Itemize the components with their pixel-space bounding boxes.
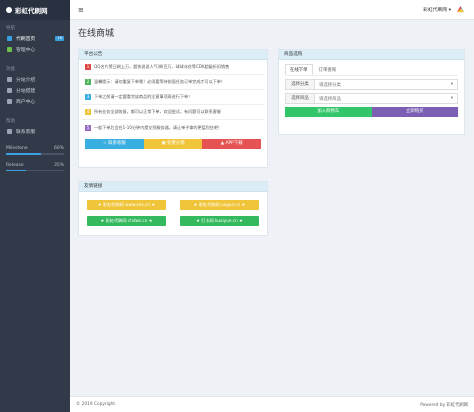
notice-text: 一般下单后会在1-10分钟内提交到服务器，请让单子拿的更猛烈些吧！ xyxy=(94,124,223,130)
notice-number: 3 xyxy=(85,94,91,100)
category-selected: 请选择分类 xyxy=(319,82,341,88)
progress-label: Release xyxy=(6,162,24,168)
notice-text: 所有业务全部恢复，都可以正常下单，欢迎尝试，有问题可以联系客服 xyxy=(94,109,221,114)
notice-panel: 平台公告 1 QQ名片赞日刷上万，超快说说人气/刷百万，球球冰花等CDK超级折扣… xyxy=(78,49,268,168)
sidebar-item-label: 管理中心 xyxy=(16,48,36,53)
sidebar-item-label: 商户中心 xyxy=(16,100,36,105)
free-distribution-button[interactable]: ▣ 免费分销 xyxy=(143,139,203,149)
notice-number: 1 xyxy=(85,64,91,70)
user-menu[interactable]: 彩虹代刷网 ▾ xyxy=(423,4,466,15)
notice-text: 温馨提示：请勿重复下单哦！必须要等待前面任务订单完成才可以下单！ xyxy=(94,79,225,84)
copyright: © 2019 Copyright. xyxy=(76,402,117,407)
friend-link[interactable]: ★ 彩虹代刷网 www.xxx.cn ★ xyxy=(87,200,166,210)
sidebar-item-home[interactable]: 代刷首页 18 xyxy=(0,33,70,44)
friend-link[interactable]: ★ 彩虹代刷网 chdws.cn ★ xyxy=(87,216,166,226)
category-value: 请选择分类 ▾ xyxy=(315,82,457,88)
category-label: 选择分类 xyxy=(286,80,315,89)
notice-item: 1 QQ名片赞日刷上万，超快说说人气/刷百万，球球冰花等CDK超级折扣销售 xyxy=(82,60,264,75)
topbar: ≡ 彩虹代刷网 ▾ xyxy=(70,0,474,20)
notice-title: 平台公告 xyxy=(79,50,267,60)
chevron-down-icon: ▾ xyxy=(450,81,453,87)
buy-now-button[interactable]: 立即购买 xyxy=(371,107,458,117)
build-icon xyxy=(7,88,12,93)
user-icon xyxy=(7,99,12,104)
release-bar xyxy=(6,169,64,171)
nav-section-label: 导航 xyxy=(6,26,15,31)
count-badge: 18 xyxy=(55,36,64,41)
release-row: Release 35% xyxy=(6,163,64,168)
sidebar-item-label: 联系客服 xyxy=(16,130,36,135)
list-icon xyxy=(7,77,12,82)
product-value: 请选择商品 ▾ xyxy=(315,96,457,102)
sidebar-item-contact[interactable]: 联系客服 xyxy=(0,126,70,137)
progress-value: 60% xyxy=(53,146,64,151)
progress-label: Milestone xyxy=(6,146,28,151)
feature-section-label: 功能 xyxy=(6,67,15,72)
tab-order-query[interactable]: 订单查询 xyxy=(313,65,343,75)
chat-icon xyxy=(7,129,12,134)
order-tabs: 在线下单 订单查询 xyxy=(285,64,458,76)
sidebar: 彩虹代刷网 导航 代刷首页 18 管理中心 功能 分站介绍 分站搭建 商户中心 … xyxy=(0,0,70,412)
friend-link[interactable]: ★ 打卡网 kuaiyun.cn ★ xyxy=(180,216,259,226)
progress-value: 35% xyxy=(53,162,64,168)
sidebar-item-admin[interactable]: 管理中心 xyxy=(0,44,70,55)
friend-links: ★ 彩虹代刷网 www.xxx.cn ★ ★ 彩虹代刷网 uxguo.cn ★ … xyxy=(79,192,267,234)
sidebar-item-substation-intro[interactable]: 分站介绍 xyxy=(0,74,70,85)
product-select[interactable]: 选择商品 请选择商品 ▾ xyxy=(285,93,458,104)
notice-item: 4 所有业务全部恢复，都可以正常下单，欢迎尝试，有问题可以联系客服 xyxy=(82,105,264,120)
milestone-bar xyxy=(6,153,64,155)
menu-icon[interactable]: ≡ xyxy=(78,6,84,14)
sidebar-item-merchant[interactable]: 商户中心 xyxy=(0,96,70,107)
sidebar-item-substation-build[interactable]: 分站搭建 xyxy=(0,85,70,96)
footer: © 2019 Copyright. Powered by 彩虹代刷网 xyxy=(70,396,474,412)
sidebar-item-label: 分站搭建 xyxy=(16,89,36,94)
category-select[interactable]: 选择分类 请选择分类 ▾ xyxy=(285,79,458,90)
help-section-label: 帮助 xyxy=(6,119,15,124)
notice-item: 2 温馨提示：请勿重复下单哦！必须要等待前面任务订单完成才可以下单！ xyxy=(82,75,264,90)
order-actions: 加入购物车 立即购买 xyxy=(285,107,458,117)
notice-text: 下单之前请一定要看完该商品的注意事项再进行下单！ xyxy=(94,94,193,99)
page-title: 在线商城 xyxy=(78,29,115,39)
app-download-button[interactable]: ▲ APP下载 xyxy=(202,139,262,149)
user-name: 彩虹代刷网 ▾ xyxy=(423,8,451,13)
chevron-down-icon: ▾ xyxy=(450,95,453,101)
product-selected: 请选择商品 xyxy=(319,96,341,102)
order-title: 商品选购 xyxy=(279,50,464,60)
sidebar-item-label: 代刷首页 xyxy=(16,37,36,42)
progress-fill xyxy=(6,153,41,155)
friends-panel: 友情链接 ★ 彩虹代刷网 www.xxx.cn ★ ★ 彩虹代刷网 uxguo.… xyxy=(78,181,268,236)
notice-item: 3 下单之前请一定要看完该商品的注意事项再进行下单！ xyxy=(82,90,264,105)
leaf-icon xyxy=(7,47,12,52)
home-icon xyxy=(7,36,12,41)
progress-block: Milestone 60% Release 35% xyxy=(0,143,70,171)
sidebar-item-label: 分站介绍 xyxy=(16,78,36,83)
notice-button-row: ☆ 联系客服 ▣ 免费分销 ▲ APP下载 xyxy=(85,139,262,149)
notice-text: QQ名片赞日刷上万，超快说说人气/刷百万，球球冰花等CDK超级折扣销售 xyxy=(94,64,230,69)
brand[interactable]: 彩虹代刷网 xyxy=(0,0,70,20)
product-label: 选择商品 xyxy=(286,94,315,103)
notice-number: 5 xyxy=(85,124,91,131)
notice-item: 5 一般下单后会在1-10分钟内提交到服务器，请让单子拿的更猛烈些吧！ xyxy=(82,120,264,135)
contact-service-button[interactable]: ☆ 联系客服 xyxy=(85,139,144,149)
cloud-icon xyxy=(6,7,12,13)
tab-online-order[interactable]: 在线下单 xyxy=(285,64,313,75)
add-to-cart-button[interactable]: 加入购物车 xyxy=(285,107,372,117)
brand-name: 彩虹代刷网 xyxy=(15,7,48,15)
notice-number: 2 xyxy=(85,79,91,85)
powered-by: Powered by 彩虹代刷网 xyxy=(420,402,468,408)
notice-number: 4 xyxy=(85,109,91,115)
progress-fill xyxy=(6,169,27,171)
friends-title: 友情链接 xyxy=(79,182,267,192)
milestone-row: Milestone 60% xyxy=(6,146,64,151)
friend-link[interactable]: ★ 彩虹代刷网 uxguo.cn ★ xyxy=(180,200,259,210)
rainbow-logo-icon xyxy=(456,5,465,13)
order-panel: 商品选购 在线下单 订单查询 选择分类 请选择分类 ▾ 选择商品 请选择商品 ▾… xyxy=(278,49,465,135)
